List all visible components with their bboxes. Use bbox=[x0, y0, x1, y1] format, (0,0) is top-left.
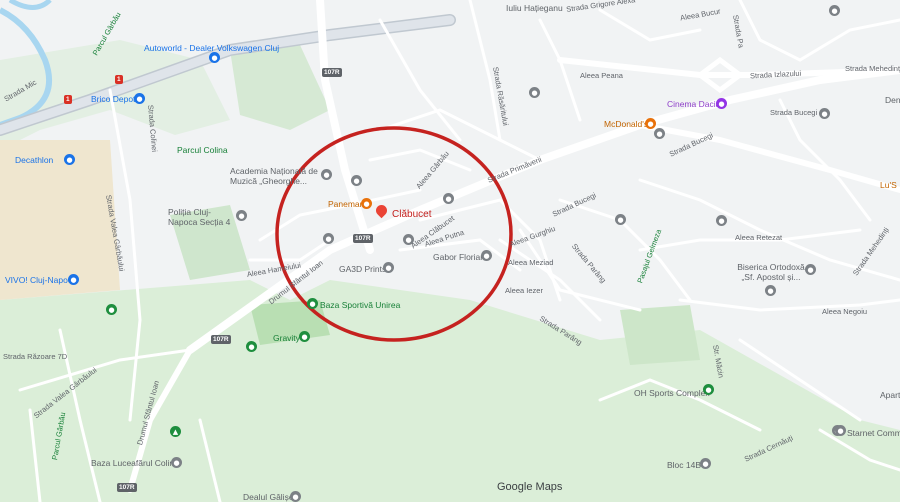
poi-apart[interactable]: Apart bbox=[880, 390, 900, 400]
restaurant-icon[interactable]: ● bbox=[645, 118, 656, 129]
street-label: Strada Mehedinți bbox=[845, 64, 900, 73]
poi-iuliu[interactable]: Iuliu Hațieganu bbox=[506, 3, 563, 13]
road bbox=[637, 122, 900, 193]
street-label: Strada Răzoare 7D bbox=[3, 352, 68, 361]
river bbox=[8, 0, 52, 10]
map-attribution: Google Maps bbox=[497, 481, 563, 493]
route-shield: 107R bbox=[353, 234, 373, 243]
shopping-icon[interactable]: ● bbox=[654, 128, 665, 139]
poi-parcul-colina[interactable]: Parcul Colina bbox=[177, 145, 228, 155]
poi-oh-sports[interactable]: OH Sports Complex bbox=[634, 388, 710, 398]
poi-brico[interactable]: Brico Depot bbox=[91, 94, 135, 104]
shopping-icon[interactable]: ● bbox=[68, 274, 79, 285]
poi-dealul[interactable]: Dealul Gâlișer bbox=[243, 492, 296, 502]
poi-baza-unirea[interactable]: Baza Sportivă Unirea bbox=[320, 300, 400, 310]
poi-cinema[interactable]: Cinema Dacia bbox=[667, 99, 720, 109]
school-icon[interactable]: ● bbox=[321, 169, 332, 180]
park-icon[interactable]: ● bbox=[246, 341, 257, 352]
poi-mcdonalds[interactable]: McDonald's bbox=[604, 119, 648, 129]
street-label: Aleea Meziad bbox=[508, 258, 554, 267]
park-icon[interactable]: ● bbox=[106, 304, 117, 315]
bus-stop-icon[interactable]: ● bbox=[351, 175, 362, 186]
sports-icon[interactable]: ● bbox=[703, 384, 714, 395]
poi-clabucet[interactable]: Clăbucet bbox=[392, 210, 431, 220]
bus-stop-icon[interactable]: ● bbox=[615, 214, 626, 225]
store-icon[interactable]: ● bbox=[383, 262, 394, 273]
stadium-icon[interactable]: ● bbox=[307, 298, 318, 309]
poi-bloc[interactable]: Bloc 14B bbox=[667, 460, 701, 470]
cinema-icon[interactable]: ● bbox=[716, 98, 727, 109]
street-label: Aleea Peana bbox=[580, 71, 623, 80]
street-label: Aleea Negoiu bbox=[822, 307, 868, 316]
sports-icon[interactable]: ● bbox=[299, 331, 310, 342]
poi-den[interactable]: Den bbox=[885, 95, 900, 105]
bus-stop-icon[interactable]: ● bbox=[323, 233, 334, 244]
street-label: Aleea Iezer bbox=[505, 286, 543, 295]
route-shield: 1 bbox=[64, 95, 72, 104]
poi-politia[interactable]: Poliția Cluj-Napoca Secția 4 bbox=[168, 207, 238, 227]
poi-baza-luceafarul[interactable]: Baza Luceafărul Colina bbox=[91, 458, 179, 468]
shopping-icon[interactable]: ● bbox=[64, 154, 75, 165]
poi-decathlon[interactable]: Decathlon bbox=[15, 155, 53, 165]
store-icon[interactable]: ● bbox=[481, 250, 492, 261]
bus-stop-icon[interactable]: ● bbox=[765, 285, 776, 296]
route-shield: 107R bbox=[211, 335, 231, 344]
mountain-icon[interactable]: ▲ bbox=[170, 426, 181, 437]
stadium-icon[interactable]: ● bbox=[171, 457, 182, 468]
bus-stop-icon[interactable]: ● bbox=[829, 5, 840, 16]
road bbox=[538, 18, 582, 122]
poi-ga3d[interactable]: GA3D Prints bbox=[339, 264, 386, 274]
building-icon[interactable]: ● bbox=[700, 458, 711, 469]
bus-stop-icon[interactable]: ● bbox=[529, 87, 540, 98]
road bbox=[738, 0, 900, 62]
poi-panemar[interactable]: Panemar bbox=[328, 199, 363, 209]
business-icon[interactable]: ● bbox=[835, 425, 846, 436]
route-shield: 107R bbox=[322, 68, 342, 77]
street-label: Aleea Retezat bbox=[735, 233, 783, 242]
green-area bbox=[620, 305, 700, 365]
bus-stop-icon[interactable]: ● bbox=[716, 215, 727, 226]
bus-stop-icon[interactable]: ● bbox=[819, 108, 830, 119]
poi-biserica[interactable]: Biserica Ortodoxă „Sf. Apostol și... bbox=[731, 262, 811, 282]
bus-stop-icon[interactable]: ● bbox=[443, 193, 454, 204]
poi-academia[interactable]: Academia Națională de Muzică „Gheorghe..… bbox=[230, 166, 322, 186]
poi-lus[interactable]: Lu'S bbox=[880, 180, 897, 190]
map-view[interactable]: Autoworld - Dealer Volkswagen Cluj ● Bri… bbox=[0, 0, 900, 502]
shopping-icon[interactable]: ● bbox=[134, 93, 145, 104]
poi-gravity[interactable]: Gravity bbox=[273, 333, 300, 343]
road bbox=[378, 18, 462, 142]
road bbox=[418, 198, 562, 302]
viewpoint-icon[interactable]: ● bbox=[290, 491, 301, 502]
road bbox=[368, 148, 472, 172]
church-icon[interactable]: ● bbox=[805, 264, 816, 275]
poi-starnet[interactable]: Starnet Commu bbox=[847, 428, 900, 438]
street-label: Strada Bucegi bbox=[770, 108, 818, 117]
route-shield: 1 bbox=[115, 75, 123, 84]
police-icon[interactable]: ● bbox=[236, 210, 247, 221]
poi-gabor[interactable]: Gabor Florian bbox=[433, 252, 485, 262]
bakery-icon[interactable]: ● bbox=[361, 198, 372, 209]
car-dealer-icon[interactable]: ● bbox=[209, 52, 220, 63]
green-area bbox=[230, 45, 330, 130]
route-shield: 107R bbox=[117, 483, 137, 492]
poi-vivo[interactable]: VIVO! Cluj-Napoca bbox=[5, 275, 77, 285]
